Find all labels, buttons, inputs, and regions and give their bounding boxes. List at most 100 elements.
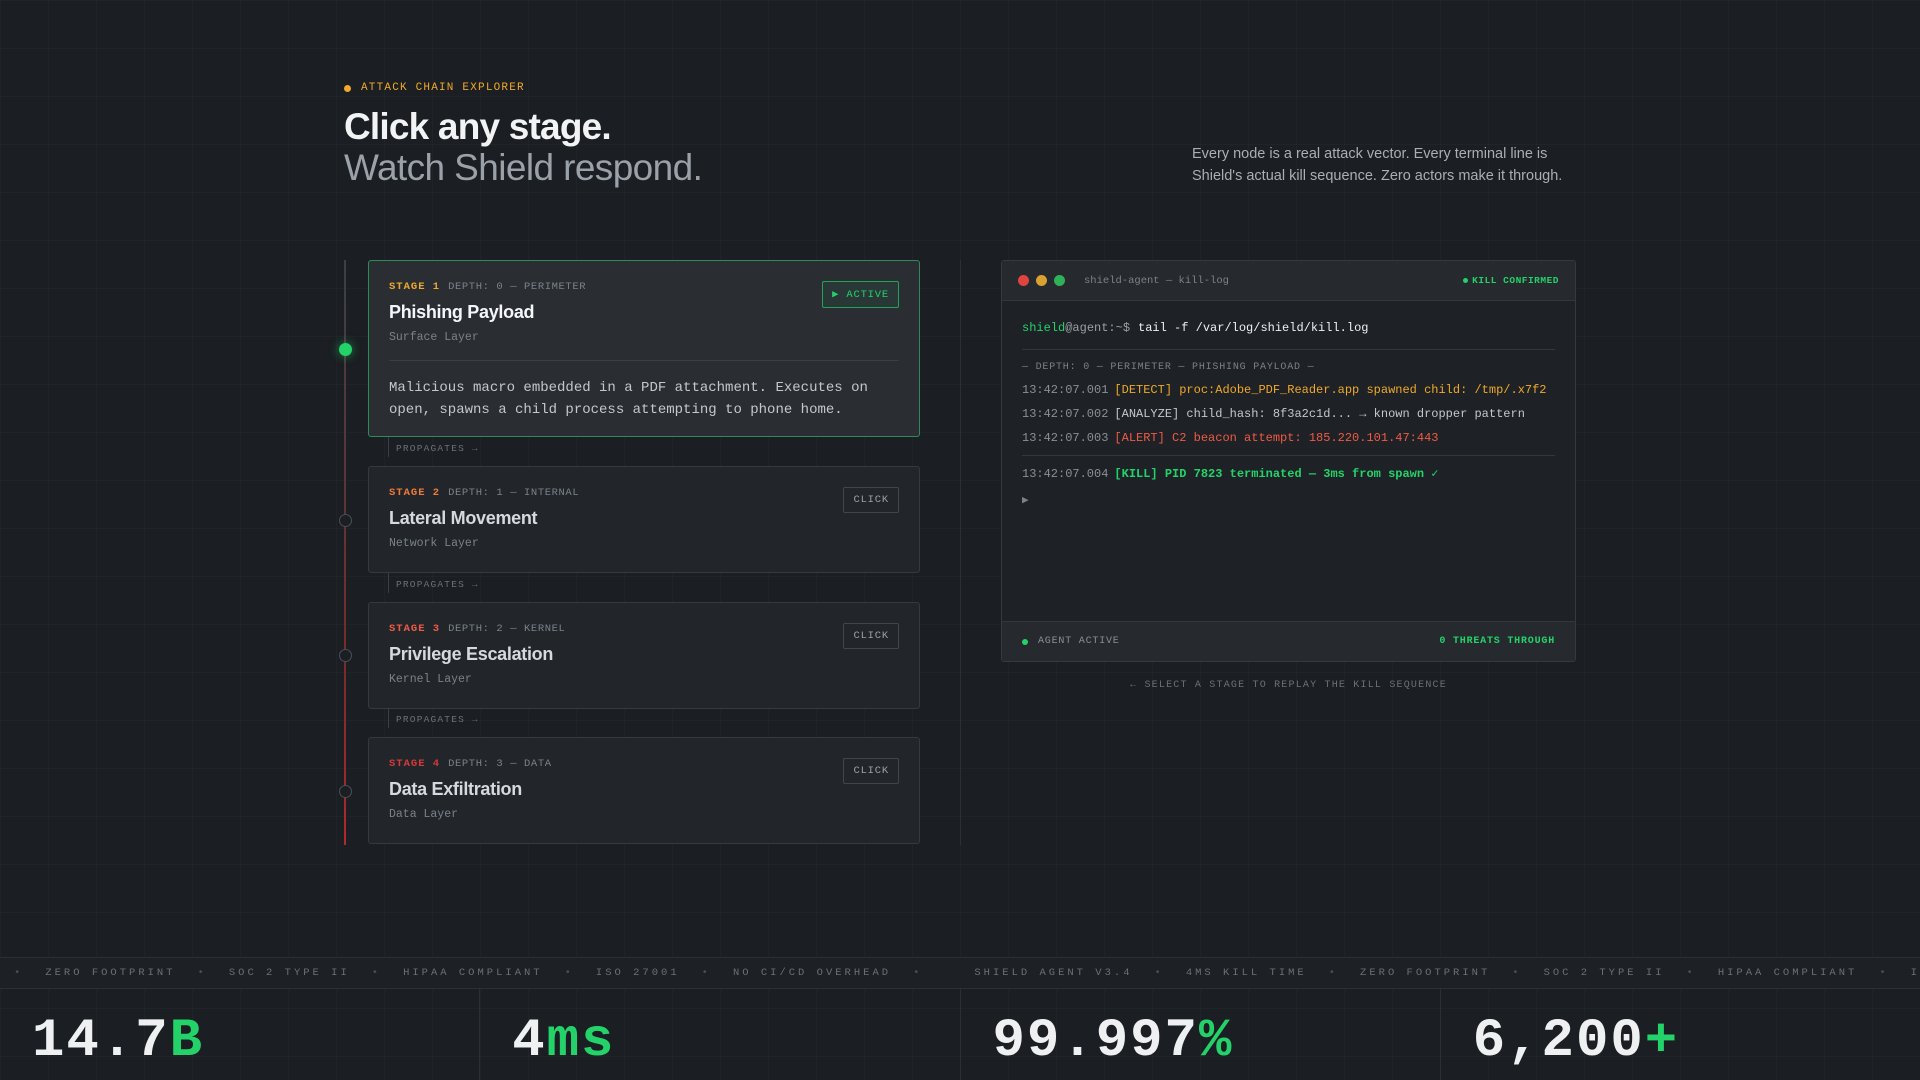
ticker-item: HIPAA COMPLIANT — [403, 967, 543, 979]
stage-active-button[interactable]: ▶ ACTIVE — [822, 281, 899, 308]
stat-kill-time: 4ms — [480, 989, 961, 1080]
stage-card-lateral-movement[interactable]: STAGE 2 DEPTH: 1 — INTERNAL Lateral Move… — [368, 466, 920, 573]
close-light-icon[interactable] — [1018, 275, 1029, 286]
stat-customers: 6,200+ — [1441, 989, 1920, 1080]
stage-depth: DEPTH: 2 — KERNEL — [448, 623, 566, 635]
timeline-node-stage-2 — [339, 514, 352, 527]
timeline-node-stage-4 — [339, 785, 352, 798]
stage-number: STAGE 1 — [389, 281, 441, 293]
stat-unit: ms — [546, 1011, 616, 1072]
ticker-item: ISO 27001 — [595, 967, 680, 979]
ticker-separator: • — [1879, 967, 1889, 979]
stage-card-data-exfiltration[interactable]: STAGE 4 DEPTH: 3 — DATA Data Exfiltratio… — [368, 737, 920, 844]
ticker-separator: • — [371, 967, 382, 979]
intro-text: Every node is a real attack vector. Ever… — [1192, 146, 1563, 184]
stage-card-privilege-escalation[interactable]: STAGE 3 DEPTH: 2 — KERNEL Privilege Esca… — [368, 602, 920, 709]
stats-row: 14.7B 4ms 99.997% 6,200+ — [0, 989, 1920, 1080]
ticker-item: ZERO FOOTPRINT — [1360, 967, 1491, 979]
prompt-user: shield — [1022, 321, 1066, 335]
stat-unit: B — [169, 1011, 205, 1072]
ticker-separator: • — [1512, 967, 1522, 979]
log-timestamp: 13:42:07.001 — [1022, 383, 1109, 397]
eyebrow-label: ATTACK CHAIN EXPLORER — [361, 82, 525, 94]
stage-click-button[interactable]: CLICK — [843, 623, 899, 649]
log-timestamp: 13:42:07.003 — [1022, 431, 1109, 445]
ticker-item: SHIELD AGENT V3.4 — [974, 967, 1133, 979]
ticker-separator: • — [14, 967, 24, 979]
ticker-item: 4MS KILL TIME — [1185, 967, 1307, 979]
stage-depth: DEPTH: 3 — DATA — [448, 758, 552, 770]
page-subtitle: Watch Shield respond. — [344, 147, 703, 188]
ticker-item: NO CI/CD OVERHEAD — [732, 967, 892, 979]
log-section-header: — DEPTH: 0 — PERIMETER — PHISHING PAYLOA… — [1022, 362, 1315, 373]
select-stage-hint: ← SELECT A STAGE TO REPLAY THE KILL SEQU… — [1130, 680, 1447, 691]
stage-title: Data Exfiltration — [389, 779, 522, 799]
ticker-item: ISO 27001 — [1910, 967, 1920, 979]
stat-value: 14.7 — [32, 1011, 170, 1072]
propagates-label: PROPAGATES → — [388, 573, 479, 593]
status-dot-icon — [1463, 278, 1469, 283]
log-line: 13:42:07.003 [ALERT] C2 beacon attempt: 1… — [1022, 431, 1555, 445]
stage-meta: STAGE 3 DEPTH: 2 — KERNEL — [389, 623, 899, 635]
stat-value: 99.997 — [992, 1011, 1199, 1072]
ticker-item: SOC 2 TYPE II — [228, 967, 350, 979]
timeline-node-stage-3 — [339, 649, 352, 662]
stage-title: Lateral Movement — [389, 508, 538, 528]
terminal-footer: AGENT ACTIVE 0 THREATS THROUGH — [1002, 621, 1575, 661]
kill-confirmed-label: KILL CONFIRMED — [1472, 275, 1559, 286]
ticker-separator: • — [1686, 967, 1696, 979]
ticker-separator: • — [701, 967, 711, 979]
ticker-item: ZERO FOOTPRINT — [45, 967, 176, 979]
log-timestamp: 13:42:07.002 — [1022, 407, 1109, 421]
stage-card-phishing-payload[interactable]: STAGE 1 DEPTH: 0 — PERIMETER Phishing Pa… — [368, 260, 920, 437]
log-line: 13:42:07.004 [KILL] PID 7823 terminated —… — [1022, 466, 1555, 481]
stage-layer: Kernel Layer — [389, 673, 472, 686]
stage-number: STAGE 3 — [389, 623, 441, 635]
stat-value: 6,200 — [1472, 1011, 1645, 1072]
timeline-node-stage-1 — [339, 343, 352, 356]
ticker-separator: • — [1154, 967, 1164, 979]
stage-click-button[interactable]: CLICK — [843, 487, 899, 513]
ticker-separator: • — [197, 967, 207, 979]
log-line: 13:42:07.001 [DETECT] proc:Adobe_PDF_Read… — [1022, 383, 1555, 397]
log-message: [ALERT] C2 beacon attempt: 185.220.101.4… — [1114, 431, 1439, 445]
page-title: Click any stage. — [344, 106, 612, 147]
compliance-ticker: • ZERO FOOTPRINT • SOC 2 TYPE II • HIPAA C… — [0, 957, 1920, 989]
log-line: 13:42:07.002 [ANALYZE] child_hash: 8f3a2c… — [1022, 407, 1555, 421]
agent-status-label: AGENT ACTIVE — [1038, 636, 1120, 647]
propagates-label: PROPAGATES → — [388, 437, 479, 457]
ticker-separator: • — [913, 967, 923, 979]
ticker-item: HIPAA COMPLIANT — [1717, 967, 1858, 979]
terminal-prompt: shield @agent:~$ tail -f /var/log/shield… — [1022, 321, 1555, 350]
stage-depth: DEPTH: 0 — PERIMETER — [448, 281, 587, 293]
stage-number: STAGE 2 — [389, 487, 441, 499]
stat-value: 4 — [512, 1011, 547, 1072]
log-timestamp: 13:42:07.004 — [1022, 467, 1109, 481]
stage-click-button[interactable]: CLICK — [843, 758, 899, 784]
ticker-separator: • — [564, 967, 574, 979]
maximize-light-icon[interactable] — [1054, 275, 1065, 286]
stat-events: 14.7B — [0, 989, 481, 1080]
terminal-title: shield-agent — kill-log — [1084, 274, 1229, 287]
agent-status: AGENT ACTIVE — [1022, 636, 1120, 647]
stage-meta: STAGE 4 DEPTH: 3 — DATA — [389, 758, 899, 770]
stage-layer: Surface Layer — [389, 331, 479, 344]
headline: Click any stage. Watch Shield respond. — [344, 106, 703, 188]
stage-layer: Data Layer — [389, 808, 459, 821]
propagates-label: PROPAGATES → — [388, 708, 479, 728]
kill-confirmed-badge: KILL CONFIRMED — [1463, 275, 1559, 286]
stage-number: STAGE 4 — [389, 758, 441, 770]
terminal-body: shield @agent:~$ tail -f /var/log/shield… — [1002, 301, 1575, 507]
ticker-separator: • — [1328, 967, 1339, 979]
kill-log-terminal: shield-agent — kill-log KILL CONFIRMED s… — [1001, 260, 1576, 662]
stage-meta: STAGE 2 DEPTH: 1 — INTERNAL — [389, 487, 899, 499]
minimize-light-icon[interactable] — [1036, 275, 1047, 286]
status-dot-icon — [344, 84, 351, 92]
terminal-titlebar: shield-agent — kill-log KILL CONFIRMED — [1002, 261, 1575, 301]
log-divider — [1022, 455, 1555, 456]
terminal-caret-icon: ▶ — [1022, 495, 1029, 507]
ticker-item: SOC 2 TYPE II — [1543, 967, 1665, 979]
stage-description: Malicious macro embedded in a PDF attach… — [389, 360, 899, 421]
log-message: [KILL] PID 7823 terminated — 3ms from sp… — [1114, 467, 1439, 481]
threats-through-label: 0 THREATS THROUGH — [1439, 636, 1555, 647]
